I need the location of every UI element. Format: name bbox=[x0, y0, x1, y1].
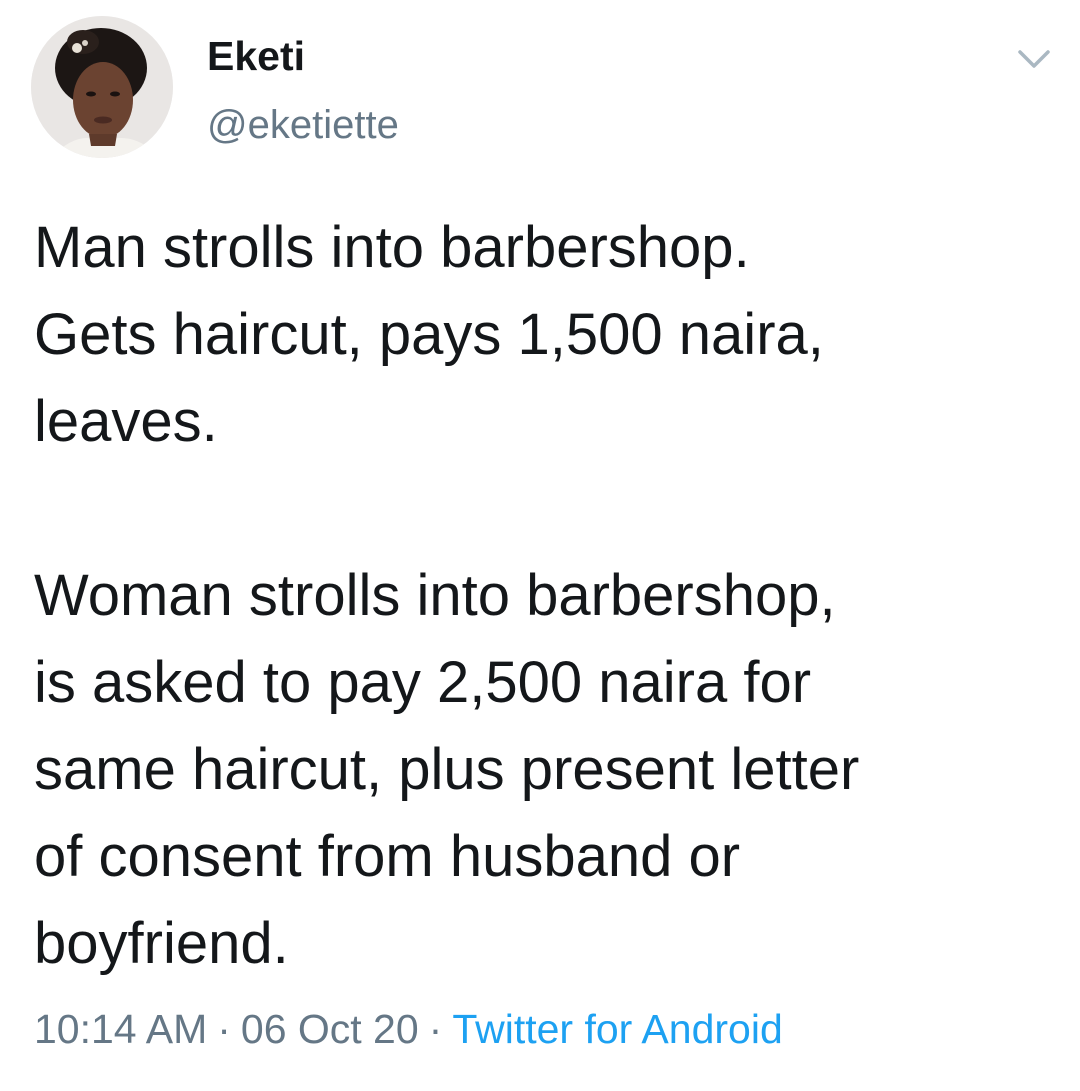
tweet-text-line: same haircut, plus present letter bbox=[34, 737, 860, 802]
tweet-source-link[interactable]: Twitter for Android bbox=[452, 1006, 782, 1052]
meta-separator: · bbox=[217, 1006, 231, 1052]
tweet-text-line: Woman strolls into barbershop, bbox=[34, 563, 836, 628]
tweet-text: Man strolls into barbershop. Gets haircu… bbox=[34, 204, 1054, 987]
tweet-text-line: of consent from husband or bbox=[34, 824, 741, 889]
tweet-meta: 10:14 AM · 06 Oct 20 · Twitter for Android bbox=[34, 1003, 783, 1055]
tweet-text-line: leaves. bbox=[34, 389, 218, 454]
tweet-text-line: is asked to pay 2,500 naira for bbox=[34, 650, 812, 715]
tweet-date[interactable]: 06 Oct 20 bbox=[241, 1006, 419, 1052]
tweet-text-line: boyfriend. bbox=[34, 911, 289, 976]
chevron-down-icon[interactable] bbox=[1012, 40, 1056, 76]
user-handle[interactable]: @eketiette bbox=[207, 101, 399, 149]
tweet-time[interactable]: 10:14 AM bbox=[34, 1006, 207, 1052]
display-name[interactable]: Eketi bbox=[207, 32, 305, 80]
meta-separator: · bbox=[428, 1006, 443, 1052]
tweet-text-line: Gets haircut, pays 1,500 naira, bbox=[34, 302, 824, 367]
avatar[interactable] bbox=[31, 16, 173, 158]
tweet-card: Eketi @eketiette Man strolls into barber… bbox=[0, 0, 1080, 1091]
tweet-text-line: Man strolls into barbershop. bbox=[34, 215, 750, 280]
profile-photo bbox=[31, 16, 173, 158]
